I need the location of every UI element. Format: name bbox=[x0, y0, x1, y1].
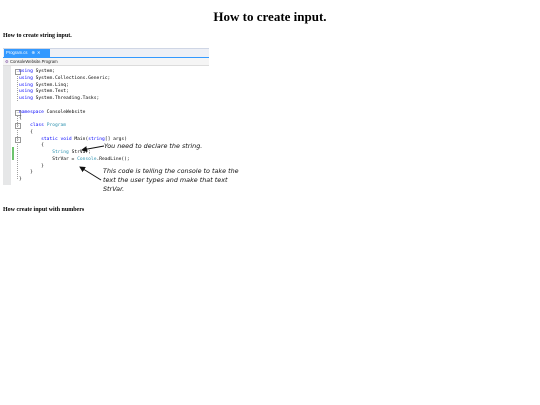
arrow-to-readline bbox=[79, 166, 102, 181]
annotation-declare: You need to declare the string. bbox=[104, 142, 203, 150]
arrow-to-declaration bbox=[81, 145, 105, 153]
annotation-arrows bbox=[79, 145, 105, 181]
section-heading-numbers-input: How create input with numbers bbox=[3, 207, 85, 213]
annotation-console-explain: This code is telling the console to take… bbox=[103, 167, 239, 193]
